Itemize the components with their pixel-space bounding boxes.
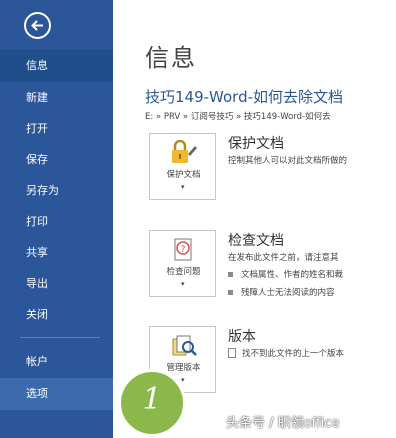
- sidebar-item-open[interactable]: 打开: [0, 113, 113, 145]
- bullet-square-icon: [228, 272, 233, 277]
- watermark: 头条号 / 职领office: [226, 416, 340, 431]
- inspect-document-icon: ?: [174, 238, 192, 261]
- inspect-bullet: 残障人士无法阅读的内容: [228, 286, 378, 298]
- back-button[interactable]: [24, 12, 51, 39]
- sidebar-divider: [20, 337, 100, 338]
- sidebar-item-share[interactable]: 共享: [0, 237, 113, 269]
- inspect-document-desc: 在发布此文件之前，请注意其: [228, 253, 339, 263]
- sidebar-item-print[interactable]: 打印: [0, 206, 113, 238]
- chevron-down-icon: ▾: [181, 280, 185, 288]
- document-title: 技巧149-Word-如何去除文档: [145, 88, 344, 106]
- inspect-document-title: 检查文档: [228, 233, 284, 249]
- protect-document-section: 保护文档 ▾ 保护文档 控制其他人可以对此文档所做的: [145, 133, 375, 203]
- check-issues-button-label: 检查问题: [166, 267, 201, 277]
- back-arrow-icon: [31, 20, 43, 31]
- document-icon: [228, 348, 236, 358]
- protect-document-button-label: 保护文档: [166, 170, 201, 180]
- protect-document-title: 保护文档: [228, 136, 284, 152]
- sidebar-item-info[interactable]: 信息: [0, 50, 113, 82]
- bullet-square-icon: [228, 290, 233, 295]
- check-issues-button[interactable]: ? 检查问题 ▾: [149, 230, 216, 297]
- inspect-bullet: 文档属性、作者的姓名和裁: [228, 268, 378, 280]
- protect-document-desc: 控制其他人可以对此文档所做的: [228, 156, 348, 166]
- sidebar-item-new[interactable]: 新建: [0, 82, 113, 114]
- sidebar-item-close[interactable]: 关闭: [0, 299, 113, 331]
- step-marker-number: 1: [142, 382, 162, 417]
- sidebar-item-options[interactable]: 选项: [0, 378, 113, 410]
- manage-versions-icon: [172, 335, 197, 356]
- document-path[interactable]: E: » PRV » 订阅号技巧 » 技巧149-Word-如何去: [145, 110, 365, 122]
- page-title: 信息: [145, 44, 197, 72]
- step-marker: 1: [118, 369, 186, 437]
- lock-key-icon: [172, 140, 197, 163]
- svg-text:?: ?: [181, 245, 186, 255]
- sidebar-item-save[interactable]: 保存: [0, 144, 113, 176]
- protect-document-button[interactable]: 保护文档 ▾: [149, 133, 216, 200]
- sidebar-item-export[interactable]: 导出: [0, 268, 113, 300]
- sidebar-item-save-as[interactable]: 另存为: [0, 175, 113, 207]
- sidebar-item-account[interactable]: 帐户: [0, 346, 113, 378]
- backstage-sidebar: 信息 新建 打开 保存 另存为 打印 共享 导出 关闭 帐户 选项: [0, 0, 113, 438]
- chevron-down-icon: ▾: [181, 183, 185, 191]
- versions-desc: 找不到此文件的上一个版本: [228, 347, 378, 359]
- inspect-document-section: ? 检查问题 ▾ 检查文档 在发布此文件之前，请注意其 文档属性、作者的姓名和裁…: [145, 230, 375, 300]
- versions-title: 版本: [228, 329, 256, 345]
